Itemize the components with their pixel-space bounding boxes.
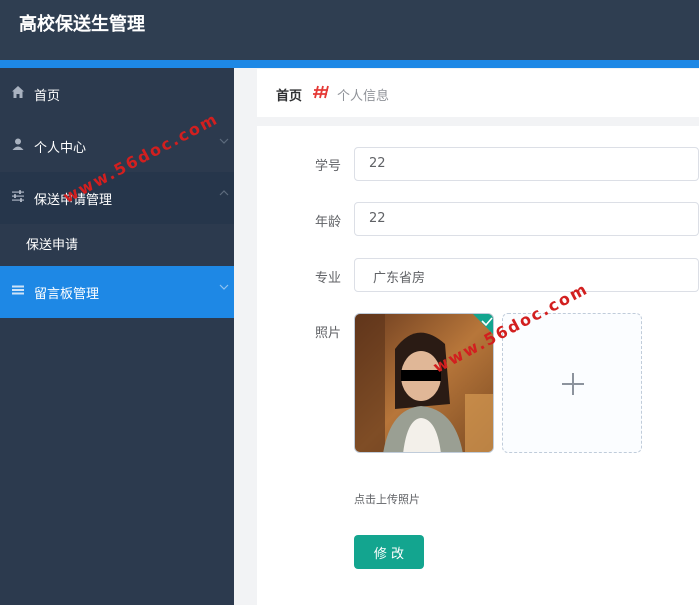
sidebar-item-message-board[interactable]: 留言板管理 <box>0 266 234 318</box>
age-value: 22 <box>369 211 386 226</box>
chevron-up-icon <box>219 190 229 196</box>
sidebar-subitem-application[interactable]: 保送申请 <box>0 224 234 266</box>
home-icon <box>12 86 24 98</box>
sidebar: 首页 个人中心 保送申请管理 保送申请 留言板管理 <box>0 68 234 605</box>
student-id-value: 22 <box>369 156 386 171</box>
plus-icon-vertical <box>572 373 574 395</box>
sidebar-item-label: 留言板管理 <box>34 287 100 302</box>
modify-button[interactable]: 修 改 <box>354 535 424 569</box>
list-icon <box>12 285 24 295</box>
upload-photo-button[interactable] <box>502 313 642 453</box>
breadcrumb: 首页 个人信息 <box>257 69 699 117</box>
student-id-field[interactable]: 22 <box>354 147 699 181</box>
sidebar-item-label: 首页 <box>34 89 61 104</box>
breadcrumb-separator-icon <box>313 85 329 99</box>
user-icon <box>12 138 24 150</box>
student-id-label: 学号 <box>315 159 342 174</box>
sidebar-item-label: 个人中心 <box>34 141 87 156</box>
major-field[interactable]: 广东省房 <box>354 258 699 292</box>
uploaded-photo[interactable] <box>354 313 494 453</box>
major-label: 专业 <box>315 271 342 286</box>
major-value: 广东省房 <box>373 271 426 286</box>
upload-hint: 点击上传照片 <box>354 493 420 506</box>
chevron-down-icon <box>219 284 229 290</box>
top-bar: 高校保送生管理 <box>0 0 699 60</box>
age-field[interactable]: 22 <box>354 202 699 236</box>
sidebar-subitem-label: 保送申请 <box>26 238 79 253</box>
age-label: 年龄 <box>315 215 342 230</box>
sliders-icon <box>12 190 24 202</box>
breadcrumb-home[interactable]: 首页 <box>276 85 302 104</box>
top-accent-strip <box>0 60 699 68</box>
app-title: 高校保送生管理 <box>19 14 145 35</box>
photo-image <box>355 314 493 452</box>
photo-label: 照片 <box>315 326 342 341</box>
breadcrumb-current: 个人信息 <box>337 89 390 104</box>
sidebar-item-home[interactable]: 首页 <box>0 68 234 120</box>
chevron-down-icon <box>219 138 229 144</box>
